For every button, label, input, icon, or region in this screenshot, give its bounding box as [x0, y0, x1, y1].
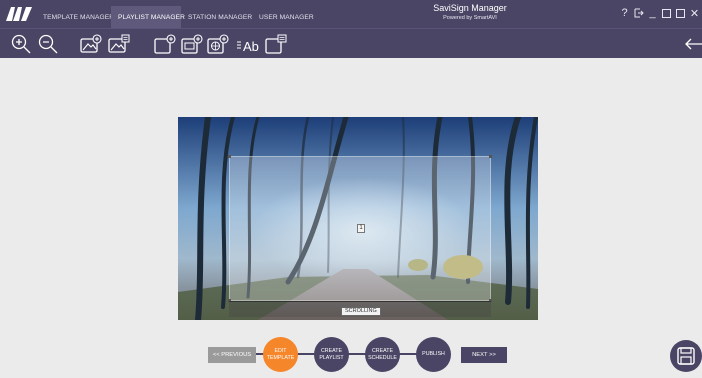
tab-station-manager[interactable]: STATION MANAGER: [181, 6, 252, 28]
zoom-in-icon[interactable]: [10, 33, 32, 55]
add-zone-icon[interactable]: [154, 33, 176, 55]
floppy-disk-icon: [677, 347, 695, 365]
window-controls: ? _ ✕: [619, 6, 700, 20]
app-title: SaviSign Manager Powered by SmartAVI: [400, 3, 540, 22]
title-bar: TEMPLATE MANAGER PLAYLIST MANAGER STATIO…: [0, 0, 702, 28]
tab-playlist-manager[interactable]: PLAYLIST MANAGER: [111, 6, 185, 28]
scrolling-label: SCROLLING: [341, 307, 381, 316]
logout-icon[interactable]: [633, 6, 644, 20]
content-zone-1[interactable]: 1: [228, 155, 492, 302]
add-image-playlist-icon[interactable]: [108, 33, 130, 55]
add-image-icon[interactable]: [80, 33, 102, 55]
minimize-icon[interactable]: _: [647, 6, 658, 20]
step-create-playlist[interactable]: CREATE PLAYLIST: [314, 337, 349, 372]
manager-tabs: TEMPLATE MANAGER PLAYLIST MANAGER STATIO…: [36, 6, 314, 28]
save-button[interactable]: [670, 340, 702, 372]
add-web-zone-icon[interactable]: [207, 33, 229, 55]
app-title-text: SaviSign Manager: [433, 3, 507, 13]
step-edit-template[interactable]: EDIT TEMPLATE: [263, 337, 298, 372]
zone-number-badge: 1: [357, 224, 365, 233]
step-create-schedule[interactable]: CREATE SCHEDULE: [365, 337, 400, 372]
add-text-zone-icon[interactable]: Ab: [236, 33, 262, 55]
zoom-out-icon[interactable]: [37, 33, 59, 55]
tab-template-manager[interactable]: TEMPLATE MANAGER: [36, 6, 114, 28]
resize-handle[interactable]: [228, 155, 231, 158]
toolbar: Ab: [0, 28, 702, 58]
tab-user-manager[interactable]: USER MANAGER: [252, 6, 314, 28]
close-icon[interactable]: ✕: [689, 6, 700, 20]
previous-button[interactable]: << PREVIOUS: [208, 347, 256, 363]
back-arrow-icon[interactable]: [684, 33, 702, 55]
text-tool-label: Ab: [243, 39, 259, 54]
restore-icon[interactable]: [661, 6, 672, 20]
add-video-zone-icon[interactable]: [181, 33, 203, 55]
step-publish[interactable]: PUBLISH: [416, 337, 451, 372]
template-canvas[interactable]: 1 SCROLLING: [178, 117, 538, 320]
app-subtitle-text: Powered by SmartAVI: [443, 15, 497, 21]
next-button[interactable]: NEXT >>: [461, 347, 507, 363]
help-icon[interactable]: ?: [619, 6, 630, 20]
maximize-icon[interactable]: [675, 6, 686, 20]
resize-handle[interactable]: [489, 155, 492, 158]
add-scheduled-zone-icon[interactable]: [265, 33, 287, 55]
avi-logo-icon: [6, 7, 32, 21]
